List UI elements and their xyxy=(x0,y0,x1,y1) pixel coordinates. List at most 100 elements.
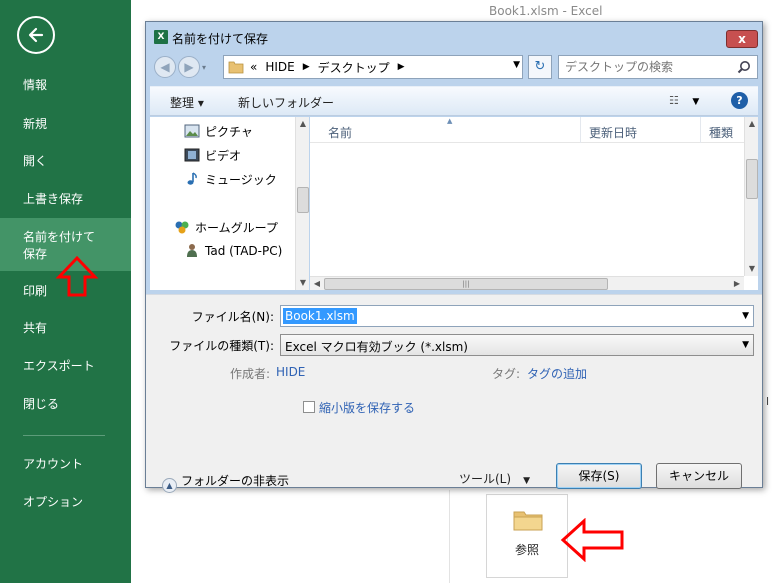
sort-ascending-icon: ▲ xyxy=(447,117,453,125)
browse-button[interactable]: 参照 xyxy=(486,494,568,578)
dialog-toolbar: 整理 ▾ 新しいフォルダー ☷ ▼ ? xyxy=(150,86,758,116)
column-divider[interactable] xyxy=(580,117,581,143)
save-button[interactable]: 保存(S) xyxy=(556,463,642,489)
tree-item-homegroup[interactable]: ホームグループ xyxy=(174,219,278,236)
back-nav-button[interactable]: ◀ xyxy=(154,56,176,78)
tree-item-videos[interactable]: ビデオ xyxy=(184,147,241,164)
scroll-down-icon[interactable]: ▼ xyxy=(745,262,759,276)
nav-save[interactable]: 上書き保存 xyxy=(0,191,131,208)
nav-options[interactable]: オプション xyxy=(0,494,131,511)
tree-item-user[interactable]: Tad (TAD-PC) xyxy=(184,243,282,258)
view-options-button[interactable]: ☷ ▼ xyxy=(669,94,699,107)
chevron-right-icon[interactable]: ▶ xyxy=(303,62,310,72)
folder-icon xyxy=(228,61,244,73)
column-header: ▲ 名前 更新日時 種類 xyxy=(310,117,744,143)
filetype-label: ファイルの種類(T): xyxy=(169,339,274,353)
save-options-panel: ファイル名(N): Book1.xlsm ▼ ファイルの種類(T): Excel… xyxy=(146,294,762,493)
search-icon[interactable] xyxy=(737,60,751,74)
recent-locations-dropdown[interactable]: ▾ xyxy=(202,63,206,72)
scroll-down-icon[interactable]: ▼ xyxy=(296,276,310,290)
filename-field[interactable]: Book1.xlsm ▼ xyxy=(280,305,754,327)
nav-open[interactable]: 開く xyxy=(0,153,131,170)
scroll-thumb[interactable]: ||| xyxy=(324,278,608,290)
forward-nav-button[interactable]: ▶ xyxy=(178,56,200,78)
scroll-left-icon[interactable]: ◀ xyxy=(310,277,324,291)
column-type[interactable]: 種類 xyxy=(709,124,733,141)
divider xyxy=(449,490,450,583)
folder-icon xyxy=(513,511,543,531)
filetype-value: Excel マクロ有効ブック (*.xlsm) xyxy=(285,340,468,354)
videos-icon xyxy=(184,148,200,162)
navigation-scrollbar[interactable]: ▲ ▼ xyxy=(295,117,309,290)
save-as-dialog: X 名前を付けて保存 x ◀ ▶ ▾ « HIDE ▶ デスクトップ ▶ ▼ ↻… xyxy=(145,21,763,493)
author-label: 作成者: xyxy=(230,367,271,381)
pictures-icon xyxy=(184,124,200,138)
nav-info[interactable]: 情報 xyxy=(0,77,131,94)
file-list[interactable]: ▲ 名前 更新日時 種類 ▲ ▼ ◀ ||| ▶ xyxy=(310,117,758,290)
file-list-horizontal-scrollbar[interactable]: ◀ ||| ▶ xyxy=(310,276,744,290)
red-up-arrow-icon xyxy=(55,255,99,297)
tags-label: タグ: xyxy=(492,367,521,381)
nav-export[interactable]: エクスポート xyxy=(0,358,131,375)
nav-share[interactable]: 共有 xyxy=(0,320,131,337)
back-button[interactable] xyxy=(17,16,55,54)
browse-label: 参照 xyxy=(514,543,539,557)
scroll-thumb[interactable] xyxy=(746,159,758,199)
nav-divider xyxy=(23,435,105,436)
column-name[interactable]: 名前 xyxy=(328,124,352,141)
chevron-right-icon[interactable]: ▶ xyxy=(398,62,405,72)
address-overflow[interactable]: « xyxy=(250,60,257,74)
column-modified[interactable]: 更新日時 xyxy=(589,124,637,141)
nav-close[interactable]: 閉じる xyxy=(0,396,131,413)
save-thumbnail-label[interactable]: 縮小版を保存する xyxy=(319,399,415,416)
column-divider[interactable] xyxy=(700,117,701,143)
hide-folders-button[interactable]: ▲ フォルダーの非表示 xyxy=(162,472,289,493)
dialog-title: 名前を付けて保存 xyxy=(172,32,269,46)
homegroup-icon xyxy=(175,221,189,234)
red-left-arrow-icon xyxy=(560,518,624,562)
excel-icon: X xyxy=(154,30,168,44)
scroll-up-icon[interactable]: ▲ xyxy=(745,117,759,131)
help-button[interactable]: ? xyxy=(731,92,748,109)
tree-item-music[interactable]: ミュージック xyxy=(184,171,277,188)
filename-value[interactable]: Book1.xlsm xyxy=(283,308,357,324)
chevron-up-icon: ▲ xyxy=(162,478,177,493)
chevron-down-icon[interactable]: ▼ xyxy=(742,340,749,350)
user-icon xyxy=(187,244,197,257)
refresh-button[interactable]: ↻ xyxy=(528,55,552,79)
chevron-down-icon[interactable]: ▼ xyxy=(742,311,749,321)
music-icon xyxy=(187,172,197,185)
organize-button[interactable]: 整理 ▾ xyxy=(170,94,204,111)
save-thumbnail-checkbox[interactable] xyxy=(303,401,315,413)
file-list-vertical-scrollbar[interactable]: ▲ ▼ xyxy=(744,117,758,276)
filename-label: ファイル名(N): xyxy=(191,310,274,324)
address-segment-desktop[interactable]: デスクトップ xyxy=(318,59,390,76)
search-box[interactable] xyxy=(558,55,758,79)
dialog-titlebar[interactable]: X 名前を付けて保存 x xyxy=(146,22,762,50)
tags-value[interactable]: タグの追加 xyxy=(527,365,587,382)
search-input[interactable] xyxy=(565,59,725,75)
view-list-icon: ☷ xyxy=(669,94,679,107)
address-bar[interactable]: « HIDE ▶ デスクトップ ▶ ▼ xyxy=(223,55,523,79)
author-value[interactable]: HIDE xyxy=(276,365,305,379)
scroll-right-icon[interactable]: ▶ xyxy=(730,277,744,291)
back-arrow-icon xyxy=(28,27,44,43)
chevron-down-icon[interactable]: ▼ xyxy=(513,60,520,70)
scroll-up-icon[interactable]: ▲ xyxy=(296,117,310,131)
filetype-select[interactable]: Excel マクロ有効ブック (*.xlsm) ▼ xyxy=(280,334,754,356)
chevron-down-icon: ▼ xyxy=(692,97,700,107)
tools-button[interactable]: ツール(L) ▼ xyxy=(459,468,555,490)
refresh-icon: ↻ xyxy=(534,59,546,74)
address-segment-hide[interactable]: HIDE xyxy=(265,60,294,74)
chevron-down-icon: ▼ xyxy=(523,476,530,486)
scroll-thumb[interactable] xyxy=(297,187,309,213)
tree-item-pictures[interactable]: ピクチャ xyxy=(184,123,253,140)
cancel-button[interactable]: キャンセル xyxy=(656,463,742,489)
new-folder-button[interactable]: 新しいフォルダー xyxy=(238,94,334,111)
window-title: Book1.xlsm - Excel xyxy=(489,4,603,18)
navigation-pane: ピクチャ ビデオ ミュージック ホームグループ Tad (TAD-PC) ▲ ▼ xyxy=(150,117,309,290)
close-button[interactable]: x xyxy=(726,30,758,48)
nav-account[interactable]: アカウント xyxy=(0,456,131,473)
nav-new[interactable]: 新規 xyxy=(0,116,131,133)
clipped-text: l xyxy=(766,395,770,408)
